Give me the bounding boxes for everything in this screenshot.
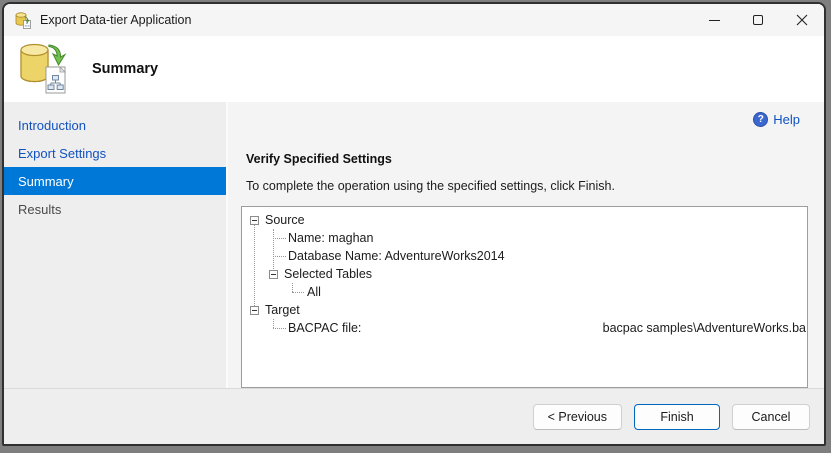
verify-settings-heading: Verify Specified Settings (246, 152, 392, 166)
wizard-header: Summary (4, 36, 824, 102)
settings-summary-tree[interactable]: Source Name: maghan Database Name: Adven… (241, 206, 808, 388)
help-icon: ? (753, 112, 769, 127)
sidebar-item-summary[interactable]: Summary (4, 167, 226, 195)
minimize-icon (708, 19, 720, 21)
tree-item-label: Name: maghan (288, 231, 374, 245)
title-bar: Export Data-tier Application (4, 4, 824, 36)
maximize-button[interactable] (736, 4, 780, 36)
wizard-footer: < Previous Finish Cancel (4, 388, 824, 444)
minimize-button[interactable] (692, 4, 736, 36)
close-icon (796, 14, 808, 26)
tree-item-source[interactable]: Source (242, 211, 807, 229)
tree-item-selected-tables[interactable]: Selected Tables (242, 265, 807, 283)
help-label: Help (773, 112, 800, 127)
sidebar-item-introduction[interactable]: Introduction (4, 111, 226, 139)
wizard-steps-sidebar: Introduction Export Settings Summary Res… (4, 102, 228, 388)
database-export-icon (15, 12, 31, 29)
page-title: Summary (92, 61, 159, 77)
tree-item-database-name[interactable]: Database Name: AdventureWorks2014 (242, 247, 807, 265)
wizard-body: Introduction Export Settings Summary Res… (4, 102, 824, 388)
previous-button[interactable]: < Previous (532, 403, 622, 430)
finish-button[interactable]: Finish (634, 403, 720, 430)
tree-item-label: All (307, 285, 321, 299)
tree-item-all[interactable]: All (242, 283, 807, 301)
collapse-expander-icon[interactable] (269, 269, 278, 279)
collapse-expander-icon[interactable] (250, 305, 259, 315)
collapse-expander-icon[interactable] (250, 215, 259, 225)
verify-settings-description: To complete the operation using the spec… (246, 179, 615, 193)
tree-item-target[interactable]: Target (242, 301, 807, 319)
sidebar-item-results[interactable]: Results (4, 195, 226, 223)
sidebar-item-export-settings[interactable]: Export Settings (4, 139, 226, 167)
cancel-button[interactable]: Cancel (732, 403, 810, 430)
maximize-icon (753, 15, 763, 25)
export-data-tier-dialog: Export Data-tier Application Summary Int… (2, 2, 826, 446)
tree-item-label: Target (265, 303, 300, 317)
help-link[interactable]: ? Help (753, 112, 800, 127)
window-title: Export Data-tier Application (40, 13, 192, 27)
export-database-large-icon (20, 43, 67, 94)
bacpac-file-path: bacpac samples\AdventureWorks.ba (602, 321, 806, 335)
tree-item-bacpac-file[interactable]: BACPAC file: bacpac samples\AdventureWor… (242, 319, 807, 337)
window-controls (692, 4, 824, 36)
summary-panel: ? Help Verify Specified Settings To comp… (228, 102, 824, 388)
tree-item-label: Source (265, 213, 305, 227)
tree-item-name[interactable]: Name: maghan (242, 229, 807, 247)
tree-item-label: Database Name: AdventureWorks2014 (288, 249, 505, 263)
tree-item-label: BACPAC file: (288, 321, 362, 335)
tree-item-label: Selected Tables (284, 267, 373, 281)
close-button[interactable] (780, 4, 824, 36)
